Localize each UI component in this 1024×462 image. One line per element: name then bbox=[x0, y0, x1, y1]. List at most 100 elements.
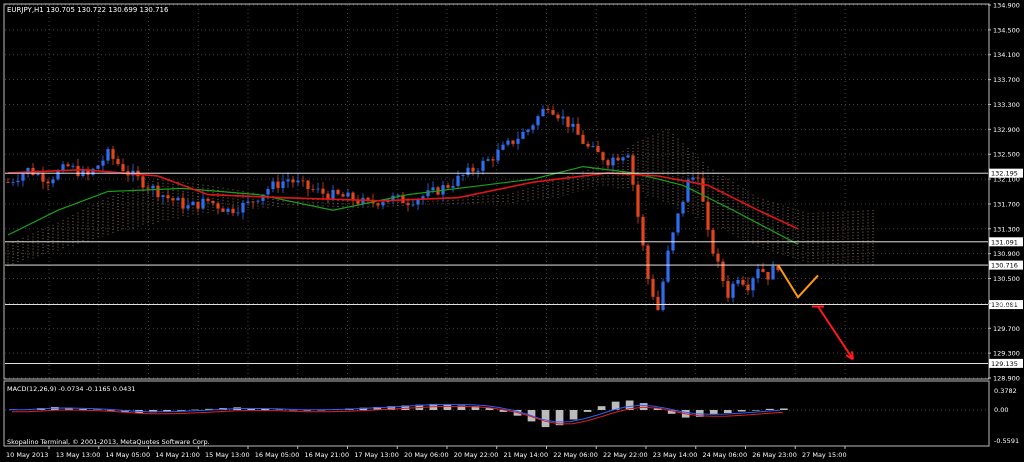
candle-body bbox=[226, 208, 230, 212]
macd-histogram-bar bbox=[541, 410, 550, 428]
candle-body bbox=[161, 195, 165, 198]
candle-body bbox=[46, 181, 50, 184]
copyright-text: Skopalino Terminal, © 2001-2013, MetaQuo… bbox=[7, 438, 210, 446]
x-tick-label: 26 May 23:00 bbox=[752, 451, 797, 459]
candles bbox=[6, 105, 780, 312]
candle-body bbox=[526, 129, 530, 132]
candle-body bbox=[601, 152, 605, 161]
candle-body bbox=[416, 199, 420, 205]
candle-body bbox=[446, 185, 450, 188]
candle-body bbox=[256, 200, 260, 202]
candle-body bbox=[501, 144, 505, 150]
candle-body bbox=[561, 116, 565, 119]
candle-body bbox=[696, 177, 700, 179]
candle-body bbox=[216, 203, 220, 209]
candle-body bbox=[191, 201, 195, 206]
candle-body bbox=[611, 157, 615, 166]
candle-body bbox=[201, 198, 205, 209]
x-tick-label: 27 May 15:00 bbox=[802, 451, 847, 459]
candle-body bbox=[606, 160, 610, 166]
candle-body bbox=[21, 173, 25, 181]
candle-body bbox=[756, 269, 760, 279]
candle-body bbox=[761, 269, 765, 272]
candle-body bbox=[576, 123, 580, 135]
candle-body bbox=[471, 167, 475, 172]
candle-body bbox=[171, 198, 175, 201]
candle-body bbox=[451, 185, 455, 188]
candle-body bbox=[486, 159, 490, 161]
candle-body bbox=[706, 201, 710, 230]
candle-body bbox=[651, 278, 655, 297]
candle-body bbox=[591, 146, 595, 147]
candle-body bbox=[11, 181, 15, 183]
candle-body bbox=[6, 182, 10, 183]
x-tick-label: 22 May 22:00 bbox=[603, 451, 648, 459]
x-tick-label: 14 May 21:00 bbox=[155, 451, 200, 459]
macd-scale-top: 0.3782 bbox=[994, 387, 1017, 395]
y-tick-label: 132.500 bbox=[993, 151, 1020, 159]
chart-title: EURJPY,H1 130.705 130.722 130.699 130.71… bbox=[7, 6, 169, 14]
candle-body bbox=[146, 187, 150, 189]
candle-body bbox=[636, 184, 640, 217]
x-tick-label: 16 May 05:00 bbox=[255, 451, 300, 459]
candle-body bbox=[566, 116, 570, 127]
y-tick-label: 132.100 bbox=[993, 176, 1020, 184]
candle-body bbox=[621, 157, 625, 161]
candle-body bbox=[681, 201, 685, 214]
macd-histogram-bar bbox=[723, 410, 732, 414]
candle-body bbox=[456, 175, 460, 186]
candle-body bbox=[551, 110, 555, 115]
price-chart[interactable]: 132.195131.091130.716130.081129.135 134.… bbox=[0, 0, 1024, 462]
candle-body bbox=[51, 179, 55, 184]
candle-body bbox=[481, 160, 485, 171]
candle-body bbox=[426, 190, 430, 197]
candle-body bbox=[266, 189, 270, 195]
price-axis: 134.900 134.500 134.100 133.700 133.300 132.9… bbox=[988, 2, 1020, 383]
y-tick-label: 134.900 bbox=[993, 2, 1020, 10]
candle-body bbox=[541, 108, 545, 117]
forecast-orange-zigzag bbox=[777, 264, 819, 299]
y-tick-label: 133.300 bbox=[993, 101, 1020, 109]
macd-histogram-bar bbox=[737, 410, 746, 412]
candle-body bbox=[306, 180, 310, 190]
x-tick-label: 10 May 2013 bbox=[6, 451, 48, 459]
candle-body bbox=[396, 194, 400, 196]
macd-histogram-bar bbox=[569, 410, 578, 420]
level-label: 131.091 bbox=[991, 238, 1018, 246]
candle-body bbox=[771, 266, 775, 280]
candle-body bbox=[141, 176, 145, 188]
candle-body bbox=[516, 138, 520, 144]
candle-body bbox=[496, 149, 500, 161]
candle-body bbox=[121, 164, 125, 172]
candle-body bbox=[106, 149, 110, 161]
y-tick-label: 128.900 bbox=[993, 375, 1020, 383]
candle-body bbox=[211, 200, 215, 204]
candle-body bbox=[631, 155, 635, 185]
candle-body bbox=[231, 208, 235, 213]
macd-histogram-bar bbox=[639, 403, 648, 410]
candle-body bbox=[336, 189, 340, 195]
candle-body bbox=[321, 188, 325, 194]
y-tick-label: 130.500 bbox=[993, 275, 1020, 283]
candle-body bbox=[296, 180, 300, 183]
candle-body bbox=[616, 157, 620, 161]
candle-body bbox=[506, 140, 510, 145]
candle-body bbox=[751, 278, 755, 291]
candle-body bbox=[221, 208, 225, 212]
candle-body bbox=[746, 284, 750, 291]
y-tick-label: 133.700 bbox=[993, 76, 1020, 84]
y-tick-label: 132.900 bbox=[993, 126, 1020, 134]
candle-body bbox=[311, 189, 315, 190]
level-label: 130.716 bbox=[991, 262, 1018, 270]
x-tick-label: 17 May 13:00 bbox=[354, 451, 399, 459]
candle-body bbox=[491, 159, 495, 161]
candle-body bbox=[556, 114, 560, 119]
candle-body bbox=[476, 170, 480, 172]
candle-body bbox=[76, 165, 80, 176]
candle-body bbox=[356, 200, 360, 204]
y-tick-label: 134.500 bbox=[993, 26, 1020, 34]
candle-body bbox=[406, 203, 410, 205]
candle-body bbox=[461, 175, 465, 176]
y-tick-label: 130.900 bbox=[993, 250, 1020, 258]
candle-body bbox=[291, 179, 295, 183]
